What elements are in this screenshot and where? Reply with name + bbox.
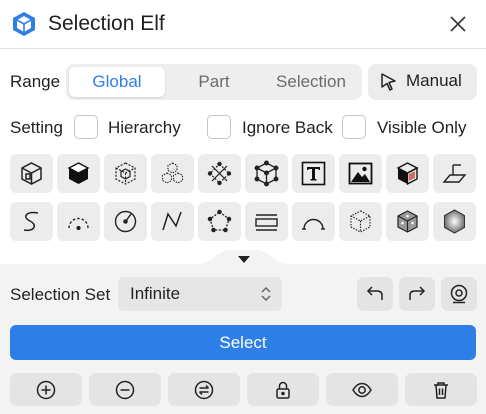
ignore-back-checkbox[interactable]	[207, 115, 231, 139]
range-option-selection[interactable]: Selection	[263, 67, 359, 97]
text-icon	[301, 161, 326, 186]
tool-cube-cluster[interactable]	[151, 154, 194, 193]
lock-button[interactable]	[247, 373, 319, 406]
cube-cluster-icon	[161, 162, 184, 184]
undo-button[interactable]	[357, 277, 393, 311]
range-segmented-control: Global Part Selection	[66, 64, 362, 100]
rectangle-edges-icon	[255, 214, 278, 231]
tool-image[interactable]	[339, 154, 382, 193]
tool-circle-center[interactable]	[104, 202, 147, 241]
visibility-button[interactable]	[326, 373, 398, 406]
tool-arc-endpoints[interactable]	[292, 202, 335, 241]
hierarchy-checkbox[interactable]	[74, 115, 98, 139]
circle-center-icon	[114, 210, 137, 233]
curve-icon	[23, 211, 39, 232]
tool-cube-corner-points[interactable]	[245, 154, 288, 193]
add-circle-icon	[36, 380, 56, 400]
manual-button[interactable]: Manual	[368, 64, 477, 100]
plane-icon	[442, 164, 467, 183]
undo-icon	[366, 286, 383, 300]
remove-button[interactable]	[89, 373, 161, 406]
target-button[interactable]	[441, 277, 477, 311]
tool-polyline[interactable]	[151, 202, 194, 241]
dotted-cube-icon	[350, 210, 371, 233]
hexagon-gradient-icon	[444, 209, 465, 234]
pentagon-points-icon	[207, 209, 232, 233]
tool-solid-cube[interactable]	[57, 154, 100, 193]
cube-logo-icon	[13, 12, 35, 36]
select-button[interactable]: Select	[10, 325, 476, 360]
remove-circle-icon	[115, 380, 135, 400]
selection-set-select[interactable]: Infinite	[118, 277, 282, 311]
chevron-up-down-icon	[261, 286, 271, 302]
range-option-global[interactable]: Global	[69, 67, 165, 97]
trash-icon	[434, 382, 448, 399]
close-icon[interactable]	[446, 12, 470, 36]
selection-set-label: Selection Set	[10, 285, 111, 304]
swap-circle-icon	[194, 380, 214, 400]
cursor-arrow-icon	[381, 73, 396, 91]
cube-face-icon	[396, 162, 419, 186]
collapse-arrow-icon[interactable]	[238, 256, 250, 263]
tool-cube-vertices[interactable]	[104, 154, 147, 193]
tool-hexagon-gradient[interactable]	[433, 202, 476, 241]
tool-curve[interactable]	[10, 202, 53, 241]
hierarchy-label: Hierarchy	[108, 118, 181, 137]
tool-cube-face[interactable]	[386, 154, 429, 193]
setting-label: Setting	[10, 118, 63, 137]
cube-vertices-icon	[115, 162, 136, 185]
image-icon	[348, 162, 373, 185]
visible-only-checkbox[interactable]	[342, 115, 366, 139]
range-label: Range	[10, 72, 61, 91]
selection-set-value: Infinite	[130, 284, 181, 303]
add-button[interactable]	[10, 373, 82, 406]
tool-pentagon-points[interactable]	[198, 202, 241, 241]
cube-corner-points-icon	[254, 160, 279, 187]
visible-only-label: Visible Only	[377, 118, 467, 137]
redo-icon	[409, 286, 426, 300]
title-bar: Selection Elf	[0, 0, 486, 49]
delete-button[interactable]	[405, 373, 477, 406]
redo-button[interactable]	[399, 277, 435, 311]
diamond-points-icon	[207, 161, 232, 186]
tool-rectangle-edges[interactable]	[245, 202, 288, 241]
eye-icon	[352, 382, 372, 398]
ignore-back-label: Ignore Back	[242, 118, 333, 137]
arc-endpoints-icon	[302, 218, 325, 230]
tool-plane[interactable]	[433, 154, 476, 193]
range-option-part[interactable]: Part	[167, 67, 261, 97]
tool-text[interactable]	[292, 154, 335, 193]
window-title: Selection Elf	[48, 12, 165, 35]
target-user-icon	[450, 284, 468, 304]
swap-button[interactable]	[168, 373, 240, 406]
lock-icon	[276, 381, 290, 399]
manual-button-label: Manual	[406, 71, 462, 90]
wireframe-cube-icon	[21, 162, 42, 185]
tool-wireframe-cube[interactable]	[10, 154, 53, 193]
solid-cube-icon	[67, 162, 90, 184]
tool-diamond-points[interactable]	[198, 154, 241, 193]
arc-dashed-icon	[68, 217, 89, 231]
tool-cube-dots[interactable]	[386, 202, 429, 241]
cube-dots-icon	[397, 210, 418, 233]
tool-dotted-cube[interactable]	[339, 202, 382, 241]
polyline-icon	[162, 211, 182, 231]
tool-arc-dashed[interactable]	[57, 202, 100, 241]
